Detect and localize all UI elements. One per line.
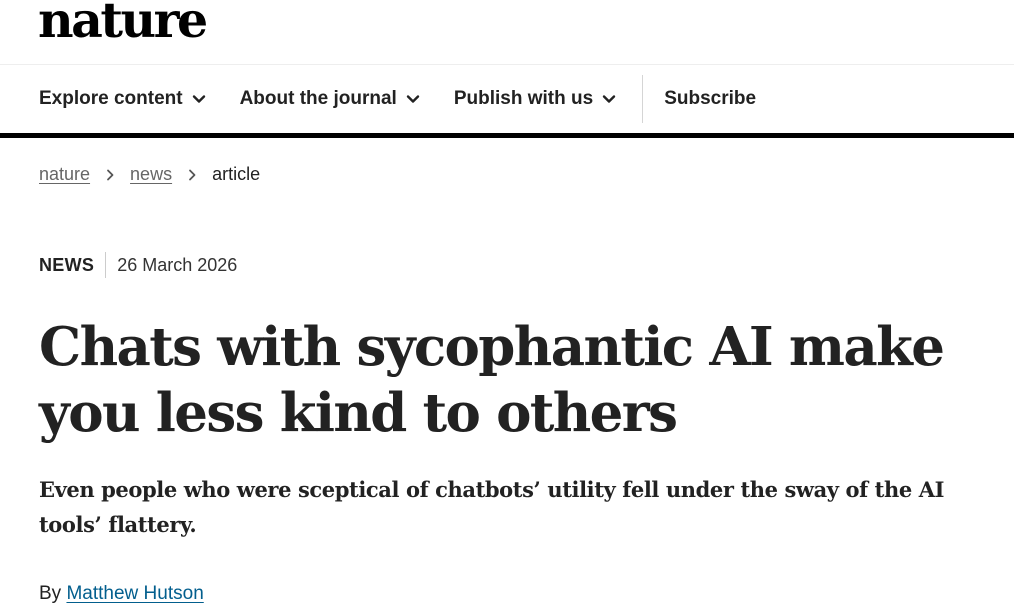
article-meta: NEWS 26 March 2026 [39,252,237,278]
subscribe-link[interactable]: Subscribe [664,88,756,110]
nav-publish-with-us[interactable]: Publish with us [454,88,617,110]
breadcrumb-current: article [212,164,261,184]
chevron-right-icon [184,167,200,183]
breadcrumb-link-news[interactable]: news [130,164,172,185]
breadcrumb-link-nature[interactable]: nature [39,164,90,185]
article-title: Chats with sycophantic AI make you less … [39,316,945,444]
chevron-right-icon [102,167,118,183]
nav-item-label[interactable]: Publish with us [454,88,593,110]
chevron-down-icon [601,91,617,107]
nav-explore-content[interactable]: Explore content [39,88,207,110]
breadcrumb: nature news article [39,164,260,185]
logo-text[interactable]: nature [38,0,208,45]
chevron-down-icon [191,91,207,107]
byline-prefix: By [39,583,62,604]
publication-date: 26 March 2026 [117,254,238,275]
article-type-label: NEWS [39,254,95,275]
nav-divider [642,75,644,123]
nav-item-label[interactable]: Explore content [39,88,183,110]
nature-logo[interactable]: nature [38,0,208,45]
nav-about-the-journal[interactable]: About the journal [240,88,421,110]
site-header: nature [0,0,1014,65]
article-standfirst: Even people who were sceptical of chatbo… [39,477,945,537]
meta-divider [105,252,107,278]
author-link[interactable]: Matthew Hutson [66,583,203,604]
main-nav: Explore content About the journal Publis… [0,65,1014,138]
subscribe-label[interactable]: Subscribe [664,88,756,110]
byline: By Matthew Hutson [39,583,204,605]
chevron-down-icon [405,91,421,107]
nav-item-label[interactable]: About the journal [240,88,397,110]
